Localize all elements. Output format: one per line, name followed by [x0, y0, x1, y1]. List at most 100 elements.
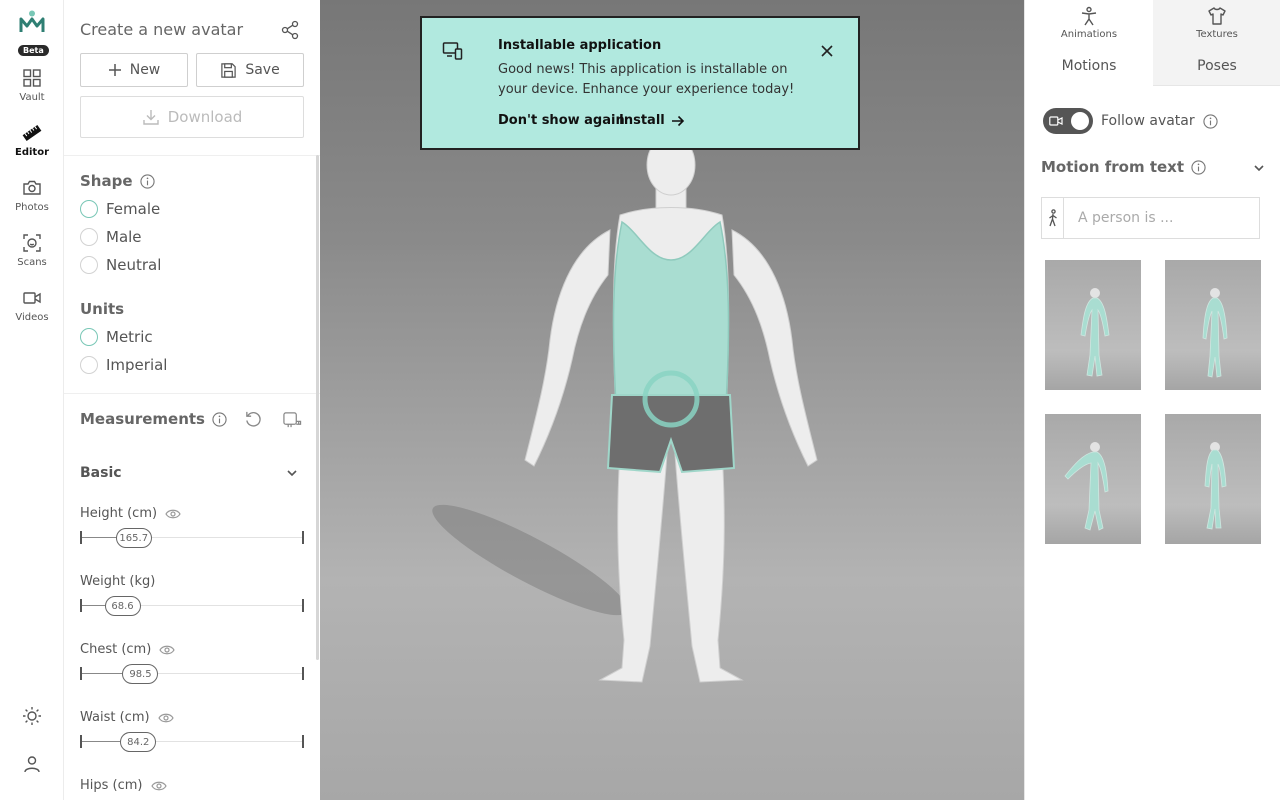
close-icon[interactable]: [820, 44, 834, 58]
download-button-label: Download: [167, 108, 243, 126]
video-camera-icon: [1049, 116, 1063, 126]
toast-body: Good news! This application is installab…: [498, 62, 795, 97]
units-option-metric[interactable]: Metric: [80, 328, 153, 346]
animation-panel: Animations Textures Motions Poses Follow…: [1024, 0, 1280, 800]
tab-label: Animations: [1060, 29, 1118, 40]
install-label: Install: [619, 113, 665, 128]
basic-section-toggle[interactable]: Basic: [80, 465, 304, 481]
follow-avatar-toggle[interactable]: [1043, 108, 1093, 134]
nav-item-editor[interactable]: Editor: [0, 123, 64, 158]
arrow-right-icon: [671, 115, 684, 126]
follow-avatar-label: Follow avatar: [1101, 113, 1195, 129]
app-logo[interactable]: Beta: [18, 10, 49, 57]
radio-button[interactable]: [80, 228, 98, 246]
save-button[interactable]: Save: [196, 53, 304, 87]
motion-preview-figure: [1064, 442, 1109, 531]
nav-item-label: Editor: [15, 147, 49, 158]
motion-thumbnail[interactable]: [1045, 414, 1141, 544]
measurement-label: Chest (cm): [80, 642, 175, 657]
radio-label: Male: [106, 228, 142, 246]
measurement-slider[interactable]: 165.7: [80, 528, 304, 548]
motion-from-text-header[interactable]: Motion from text: [1041, 158, 1265, 176]
motion-thumbnail[interactable]: [1165, 414, 1261, 544]
radio-button[interactable]: [80, 256, 98, 274]
toast-title: Installable application: [498, 38, 662, 53]
info-icon[interactable]: [1203, 113, 1218, 129]
measurements-title: Measurements: [80, 410, 205, 428]
nav-item-scans[interactable]: Scans: [0, 233, 64, 268]
radio-label: Female: [106, 200, 161, 218]
motion-prompt-field: [1041, 197, 1260, 239]
walking-person-icon: [1042, 198, 1064, 238]
measurement-label: Height (cm): [80, 506, 181, 521]
left-nav: Beta Vault Editor Photos Scans Videos: [0, 0, 64, 800]
units-option-imperial[interactable]: Imperial: [80, 356, 167, 374]
slider-thumb[interactable]: 165.7: [115, 528, 152, 548]
shape-option-neutral[interactable]: Neutral: [80, 256, 161, 274]
measurement-slider[interactable]: 84.2: [80, 732, 304, 752]
measurement-label-text: Waist (cm): [80, 710, 150, 725]
info-icon[interactable]: [1191, 159, 1206, 175]
slider-max-cap: [302, 735, 304, 748]
slider-fill: [80, 537, 116, 538]
nav-item-photos[interactable]: Photos: [0, 178, 64, 213]
dont-show-again-button[interactable]: Don't show again: [498, 113, 625, 128]
eye-icon[interactable]: [150, 780, 167, 792]
nav-item-vault[interactable]: Vault: [0, 68, 64, 103]
nav-item-label: Scans: [17, 257, 47, 268]
nav-item-label: Vault: [19, 92, 45, 103]
user-icon[interactable]: [22, 754, 42, 774]
tab-textures[interactable]: Textures: [1153, 0, 1280, 44]
install-devices-icon: [442, 42, 463, 60]
person-pose-icon: [1081, 6, 1097, 26]
measurement-slider[interactable]: 98.5: [80, 664, 304, 684]
motion-preview-figure: [1204, 442, 1227, 530]
shape-option-male[interactable]: Male: [80, 228, 142, 246]
units-section-title: Units: [80, 300, 124, 318]
save-button-label: Save: [245, 62, 280, 78]
eye-icon[interactable]: [159, 644, 175, 656]
reset-icon[interactable]: [244, 410, 263, 429]
motion-thumbnail[interactable]: [1045, 260, 1141, 390]
download-button[interactable]: Download: [80, 96, 304, 138]
eye-icon[interactable]: [157, 712, 174, 724]
sun-icon[interactable]: [22, 706, 42, 726]
eye-icon[interactable]: [165, 508, 181, 520]
install-button[interactable]: Install: [619, 113, 685, 128]
measurement-slider[interactable]: 68.6: [80, 596, 304, 616]
tape-measure-icon[interactable]: [282, 410, 302, 429]
tshirt-icon: [1208, 7, 1226, 25]
subtab-poses[interactable]: Poses: [1153, 44, 1280, 86]
floppy-disk-icon: [221, 62, 237, 78]
slider-min-cap: [80, 667, 82, 680]
logo-icon: [19, 10, 45, 32]
slider-thumb[interactable]: 98.5: [122, 664, 159, 684]
radio-button[interactable]: [80, 328, 98, 346]
motion-prompt-input[interactable]: [1064, 210, 1254, 226]
new-avatar-button[interactable]: New: [80, 53, 188, 87]
info-icon[interactable]: [139, 173, 155, 189]
shape-option-female[interactable]: Female: [80, 200, 160, 218]
radio-button[interactable]: [80, 356, 98, 374]
measurement-label: Waist (cm): [80, 710, 174, 725]
video-icon: [23, 292, 41, 304]
slider-fill: [80, 605, 105, 606]
subtab-motions[interactable]: Motions: [1025, 44, 1153, 86]
slider-max-cap: [302, 667, 304, 680]
avatar-editor-panel: Create a new avatar New Save Download Sh…: [64, 0, 320, 800]
motion-thumbnail[interactable]: [1165, 260, 1261, 390]
tab-label: Textures: [1196, 29, 1238, 40]
chevron-down-icon: [287, 470, 297, 477]
scrollbar[interactable]: [316, 155, 319, 660]
share-icon[interactable]: [280, 20, 300, 40]
nav-item-label: Photos: [15, 202, 49, 213]
slider-thumb[interactable]: 84.2: [120, 732, 157, 752]
slider-max-cap: [302, 531, 304, 544]
slider-thumb[interactable]: 68.6: [104, 596, 141, 616]
shape-title: Shape: [80, 172, 133, 190]
radio-label: Metric: [106, 328, 153, 346]
info-icon[interactable]: [212, 411, 227, 427]
tab-animations[interactable]: Animations: [1025, 0, 1153, 44]
nav-item-videos[interactable]: Videos: [0, 288, 64, 323]
radio-button[interactable]: [80, 200, 98, 218]
